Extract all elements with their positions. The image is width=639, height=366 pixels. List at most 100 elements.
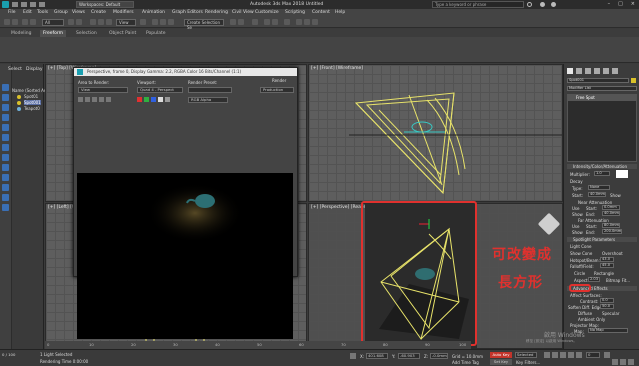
filter-cameras-icon[interactable] <box>2 134 9 141</box>
close-icon[interactable]: × <box>631 1 635 7</box>
menu-rendering[interactable]: Rendering <box>205 10 228 15</box>
motion-tab-icon[interactable] <box>594 68 600 74</box>
app-logo-icon[interactable] <box>2 1 9 8</box>
pivot-icon[interactable] <box>140 19 146 25</box>
link-icon[interactable] <box>22 19 28 25</box>
unlink-icon[interactable] <box>30 19 36 25</box>
menu-edit[interactable]: Edit <box>23 10 32 15</box>
menu-modifiers[interactable]: Modifiers <box>113 10 134 15</box>
key-filters-button[interactable]: Key Filters... <box>516 360 540 365</box>
tab-modeling[interactable]: Modeling <box>8 30 34 37</box>
green-channel-icon[interactable] <box>144 97 149 102</box>
near-show-checkbox[interactable]: Show <box>572 212 583 217</box>
contrast-input[interactable]: 0.0 <box>600 298 614 303</box>
search-icon[interactable] <box>527 2 532 7</box>
minimize-icon[interactable]: – <box>608 1 611 7</box>
tab-selection[interactable]: Selection <box>73 30 100 37</box>
zoom-icon[interactable] <box>612 359 618 365</box>
filter-helpers-icon[interactable] <box>2 144 9 151</box>
render-frame-icon[interactable] <box>304 19 310 25</box>
select-tool-icon[interactable] <box>2 84 9 91</box>
frame-counter[interactable]: 0 / 100 <box>2 352 15 357</box>
redo-icon[interactable] <box>12 19 18 25</box>
blue-channel-icon[interactable] <box>151 97 156 102</box>
percent-snap-icon[interactable] <box>168 19 174 25</box>
menu-customize[interactable]: Customize <box>255 10 279 15</box>
user-icon[interactable] <box>540 2 545 7</box>
menu-file[interactable]: File <box>8 10 16 15</box>
pan-icon[interactable] <box>620 359 626 365</box>
object-color-swatch[interactable] <box>631 78 636 83</box>
rollout-spotlight-parameters[interactable]: Spotlight Parameters <box>567 237 637 242</box>
undo-icon[interactable] <box>4 19 10 25</box>
align-icon[interactable] <box>238 19 244 25</box>
decay-show-checkbox[interactable]: Show <box>610 193 621 198</box>
near-end-input[interactable]: 40.0mm <box>602 211 620 216</box>
play-icon[interactable] <box>560 352 566 358</box>
go-to-end-icon[interactable] <box>576 352 582 358</box>
production-dropdown[interactable]: Production <box>260 87 294 93</box>
falloff-input[interactable]: 45.0 <box>600 263 614 268</box>
alpha-channel-icon[interactable] <box>158 97 163 102</box>
overshoot-checkbox[interactable]: Overshoot <box>602 251 623 256</box>
save-file-icon[interactable] <box>21 2 27 7</box>
far-show-checkbox[interactable]: Show <box>572 230 583 235</box>
tab-populate[interactable]: Populate <box>143 30 169 37</box>
modifier-stack[interactable]: Free Spot <box>567 94 637 162</box>
filter-xrefs-icon[interactable] <box>2 174 9 181</box>
column-header-name[interactable]: Name (Sorted Asc <box>12 88 48 93</box>
show-cone-checkbox[interactable]: Show Cone <box>570 251 592 256</box>
maximize-icon[interactable]: □ <box>618 1 623 7</box>
utilities-tab-icon[interactable] <box>612 68 618 74</box>
stack-item-free-spot[interactable]: Free Spot <box>568 95 636 101</box>
y-coordinate-field[interactable]: -60.903 <box>398 353 420 359</box>
key-selection-dropdown[interactable]: Selected <box>515 352 537 358</box>
far-use-checkbox[interactable]: Use <box>572 224 579 229</box>
far-start-input[interactable]: 80.0mm <box>602 223 620 228</box>
render-button-label[interactable]: Render <box>272 78 286 83</box>
previous-frame-icon[interactable] <box>552 352 558 358</box>
undo-icon[interactable] <box>30 2 36 7</box>
hotspot-input[interactable]: 43.0 <box>600 257 614 262</box>
render-preset-dropdown[interactable] <box>188 87 232 93</box>
redo-icon[interactable] <box>39 2 45 7</box>
selection-set-dropdown[interactable]: Create Selection Se <box>184 19 224 30</box>
tab-select[interactable]: Select <box>8 67 22 72</box>
list-item[interactable]: Teapot0 <box>24 106 40 111</box>
add-time-tag-button[interactable]: Add Time Tag <box>452 360 479 365</box>
rectangle-radio[interactable]: Rectangle <box>594 271 614 276</box>
ambient-only-checkbox[interactable]: Ambient Only <box>578 317 605 322</box>
menu-tools[interactable]: Tools <box>37 10 48 15</box>
object-name-field[interactable]: Spot001 <box>567 78 629 83</box>
display-tab-icon[interactable] <box>603 68 609 74</box>
light-color-swatch[interactable] <box>616 170 628 178</box>
search-input[interactable]: Type a keyword or phrase <box>432 1 524 8</box>
near-start-input[interactable]: 0.0mm <box>602 205 620 210</box>
menu-content[interactable]: Content <box>312 10 330 15</box>
current-frame-field[interactable]: 0 <box>586 352 600 358</box>
viewport-dropdown[interactable]: Quad 4 - Perspect <box>137 87 183 93</box>
filter-bones-icon[interactable] <box>2 184 9 191</box>
bitmap-fit-button[interactable]: Bitmap Fit... <box>606 278 630 283</box>
menu-views[interactable]: Views <box>72 10 85 15</box>
print-image-icon[interactable] <box>99 97 104 102</box>
tab-object-paint[interactable]: Object Paint <box>106 30 139 37</box>
time-config-icon[interactable] <box>604 352 610 358</box>
red-channel-icon[interactable] <box>137 97 142 102</box>
specular-checkbox[interactable]: Specular <box>602 311 619 316</box>
far-end-input[interactable]: 200.0mm <box>602 229 622 234</box>
tab-freeform[interactable]: Freeform <box>40 30 67 37</box>
area-to-render-dropdown[interactable]: View <box>78 87 128 93</box>
rollout-intensity[interactable]: Intensity/Color/Attenuation <box>567 164 637 169</box>
decay-type-dropdown[interactable]: None <box>588 185 610 190</box>
mirror-icon[interactable] <box>230 19 236 25</box>
clone-frame-icon[interactable] <box>92 97 97 102</box>
render-icon[interactable] <box>312 19 318 25</box>
hierarchy-tab-icon[interactable] <box>585 68 591 74</box>
channel-display-dropdown[interactable]: RGB Alpha <box>188 97 228 103</box>
x-coordinate-field[interactable]: 401.608 <box>366 353 388 359</box>
filter-lights-icon[interactable] <box>2 124 9 131</box>
modify-tab-icon[interactable] <box>576 68 582 74</box>
filter-groups-icon[interactable] <box>2 164 9 171</box>
auto-key-button[interactable]: Auto Key <box>490 352 512 358</box>
